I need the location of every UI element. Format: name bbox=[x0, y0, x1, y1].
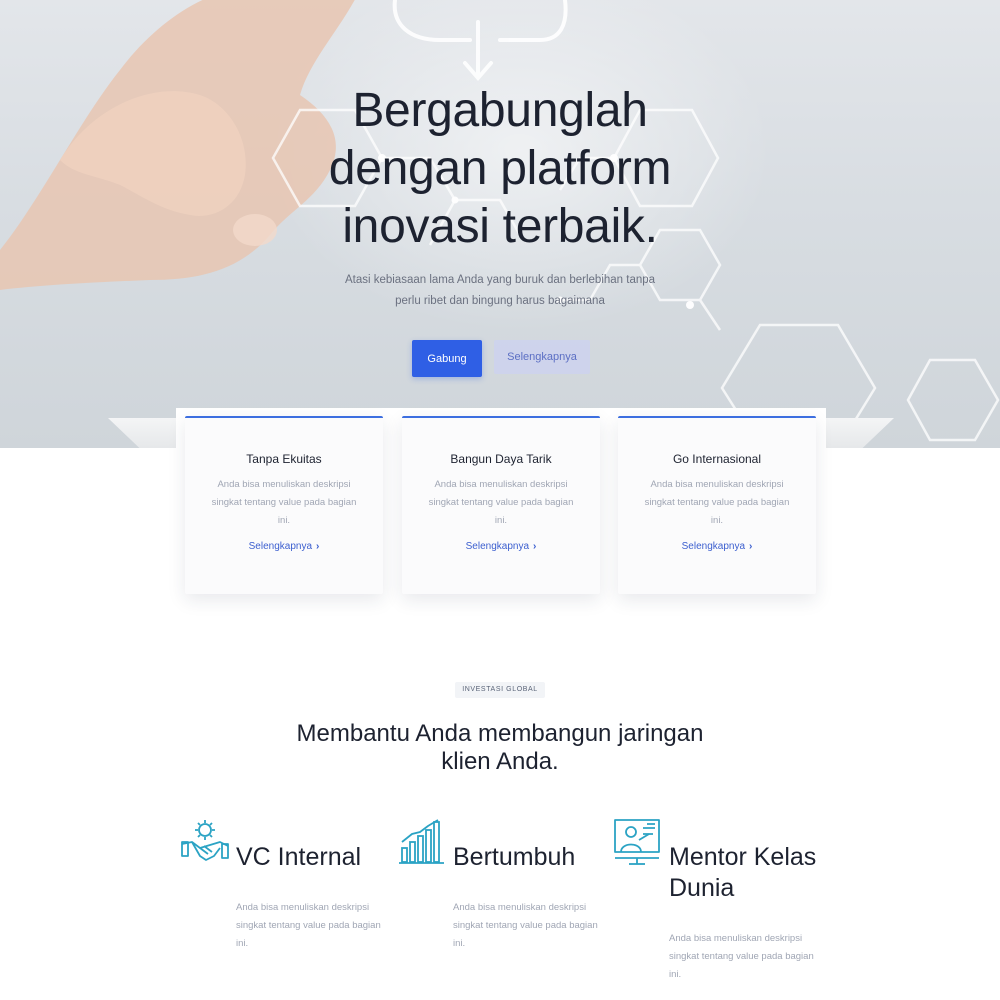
section-tag: INVESTASI GLOBAL bbox=[455, 682, 545, 698]
value-card: Bangun Daya Tarik Anda bisa menuliskan d… bbox=[402, 416, 600, 594]
card-learn-more-link[interactable]: Selengkapnya › bbox=[249, 541, 320, 552]
feature-title: VC Internal bbox=[236, 843, 362, 871]
card-title: Go Internasional bbox=[672, 452, 762, 466]
hero-title-line: inovasi terbaik. bbox=[342, 200, 658, 253]
learn-more-button[interactable]: Selengkapnya bbox=[494, 340, 590, 374]
feature-bertumbuh: Bertumbuh Anda bisa menuliskan deskripsi… bbox=[398, 818, 608, 968]
section-title: Membantu Anda membangun jaringan klien A… bbox=[296, 720, 704, 775]
card-title: Tanpa Ekuitas bbox=[246, 452, 322, 466]
feature-title: Bertumbuh bbox=[453, 843, 576, 871]
growth-chart-icon bbox=[399, 819, 444, 864]
card-description: Anda bisa menuliskan deskripsi singkat t… bbox=[428, 479, 574, 526]
feature-description: Anda bisa menuliskan deskripsi singkat t… bbox=[453, 902, 598, 949]
card-title: Bangun Daya Tarik bbox=[450, 452, 552, 466]
hero-subtitle-line: perlu ribet dan bingung harus bagaimana bbox=[395, 295, 605, 307]
hero-title: Bergabunglah dengan platform inovasi ter… bbox=[250, 82, 750, 256]
hero-subtitle-line: Atasi kebiasaan lama Anda yang buruk dan… bbox=[344, 274, 656, 286]
value-card: Go Internasional Anda bisa menuliskan de… bbox=[618, 416, 816, 594]
mentor-presentation-icon bbox=[614, 819, 660, 865]
card-learn-more-link[interactable]: Selengkapnya › bbox=[682, 541, 753, 552]
feature-description: Anda bisa menuliskan deskripsi singkat t… bbox=[669, 933, 814, 980]
chevron-right-icon: › bbox=[749, 541, 753, 552]
feature-mentor: Mentor Kelas Dunia Anda bisa menuliskan … bbox=[613, 818, 833, 988]
card-description: Anda bisa menuliskan deskripsi singkat t… bbox=[644, 479, 790, 526]
join-button[interactable]: Gabung bbox=[412, 340, 482, 377]
feature-description: Anda bisa menuliskan deskripsi singkat t… bbox=[236, 902, 381, 949]
chevron-right-icon: › bbox=[316, 541, 320, 552]
hero-subtitle: Atasi kebiasaan lama Anda yang buruk dan… bbox=[330, 270, 670, 312]
link-label: Selengkapnya bbox=[681, 541, 746, 552]
hero-title-line: Bergabunglah bbox=[352, 84, 648, 137]
handshake-gear-icon bbox=[181, 820, 229, 861]
value-card: Tanpa Ekuitas Anda bisa menuliskan deskr… bbox=[185, 416, 383, 594]
card-description: Anda bisa menuliskan deskripsi singkat t… bbox=[211, 479, 357, 526]
hero-section: Bergabunglah dengan platform inovasi ter… bbox=[0, 0, 1000, 448]
feature-title: Mentor Kelas Dunia bbox=[669, 843, 817, 902]
chevron-right-icon: › bbox=[533, 541, 537, 552]
value-cards: Tanpa Ekuitas Anda bisa menuliskan deskr… bbox=[176, 408, 826, 604]
feature-vc-internal: VC Internal Anda bisa menuliskan deskrip… bbox=[180, 818, 390, 968]
link-label: Selengkapnya bbox=[465, 541, 530, 552]
hero-title-line: dengan platform bbox=[328, 142, 672, 195]
card-learn-more-link[interactable]: Selengkapnya › bbox=[466, 541, 537, 552]
link-label: Selengkapnya bbox=[248, 541, 313, 552]
